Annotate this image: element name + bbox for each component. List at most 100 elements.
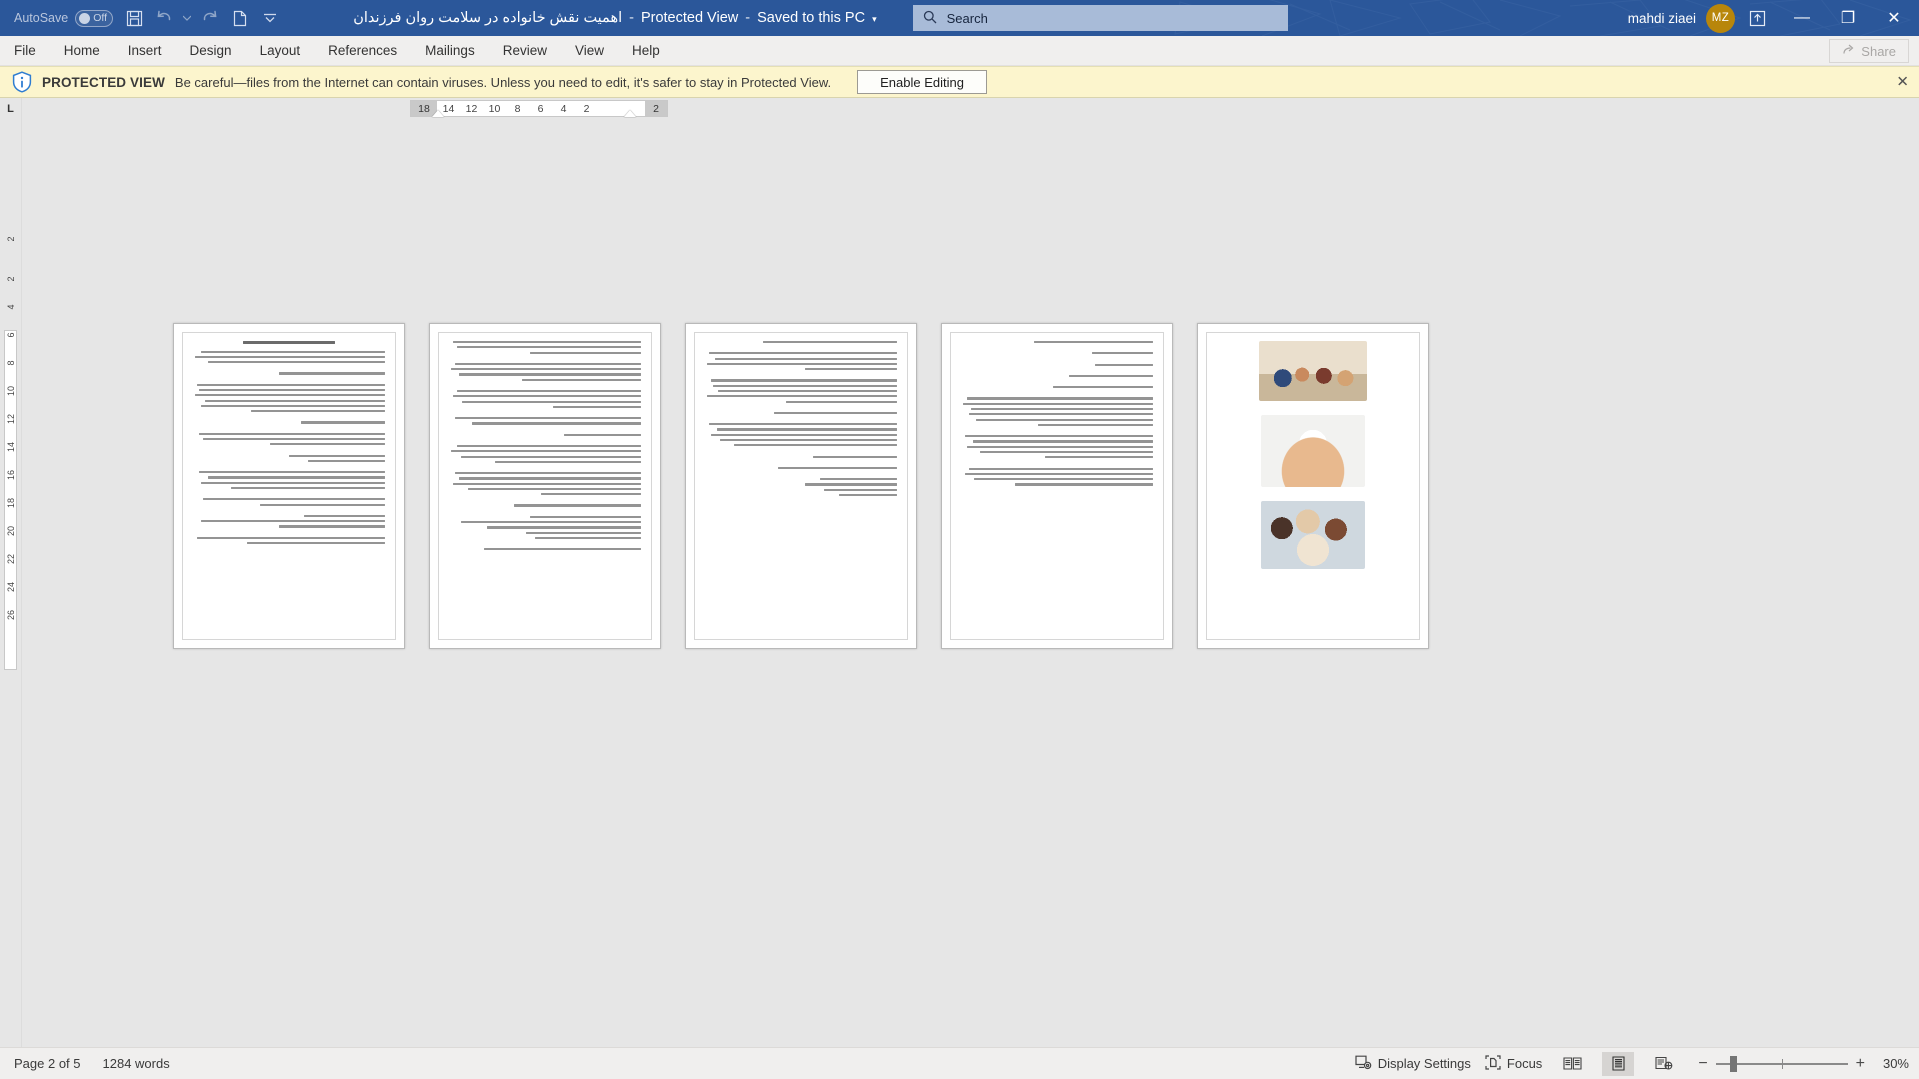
enable-editing-button[interactable]: Enable Editing bbox=[857, 70, 987, 94]
focus-icon bbox=[1485, 1054, 1501, 1073]
document-title-group[interactable]: اهمیت نقش خانواده در سلامت روان فرزندان … bbox=[353, 10, 876, 26]
right-indent-marker[interactable] bbox=[624, 110, 636, 117]
tab-insert[interactable]: Insert bbox=[114, 36, 176, 65]
page-1-content bbox=[182, 332, 396, 640]
ruler-tick-10: 10 bbox=[488, 102, 501, 115]
vertical-ruler[interactable]: 2 2 4 6 8 10 12 14 16 18 20 22 24 26 bbox=[0, 120, 22, 1047]
horizontal-ruler-row: L 18 14 12 10 8 6 4 2 2 bbox=[0, 98, 1919, 120]
vruler-tick-9: 18 bbox=[6, 498, 16, 509]
ruler-tick-12: 12 bbox=[465, 102, 478, 115]
tab-help[interactable]: Help bbox=[618, 36, 674, 65]
autosave-label: AutoSave bbox=[14, 11, 69, 25]
vruler-tick-5: 10 bbox=[6, 386, 16, 397]
page-thumbnail-1[interactable] bbox=[173, 323, 405, 649]
status-bar: Page 2 of 5 1284 words Display Settings … bbox=[0, 1047, 1919, 1079]
zoom-out-button[interactable]: − bbox=[1698, 1055, 1707, 1072]
focus-button[interactable]: Focus bbox=[1485, 1054, 1542, 1073]
vruler-tick-8: 16 bbox=[6, 470, 16, 481]
tab-stop-selector[interactable]: L bbox=[0, 98, 22, 120]
display-settings-icon bbox=[1355, 1055, 1372, 1073]
page-status[interactable]: Page 2 of 5 bbox=[14, 1056, 81, 1071]
protected-view-message: Be careful—files from the Internet can c… bbox=[174, 74, 832, 90]
vruler-tick-7: 14 bbox=[6, 442, 16, 453]
close-button[interactable]: ✕ bbox=[1871, 0, 1917, 36]
vruler-tick-11: 22 bbox=[6, 554, 16, 565]
minimize-button[interactable]: — bbox=[1779, 0, 1825, 36]
vruler-tick-3: 6 bbox=[6, 332, 16, 338]
tab-view[interactable]: View bbox=[561, 36, 618, 65]
pages-area[interactable] bbox=[22, 120, 1919, 1047]
vruler-tick-1: 2 bbox=[6, 276, 16, 282]
zoom-slider-midpoint bbox=[1781, 1058, 1783, 1069]
tab-design[interactable]: Design bbox=[176, 36, 246, 65]
tab-references[interactable]: References bbox=[314, 36, 411, 65]
search-box[interactable]: Search bbox=[912, 5, 1288, 31]
page-2-content bbox=[438, 332, 652, 640]
undo-icon[interactable] bbox=[149, 3, 179, 33]
family-photo-2 bbox=[1261, 415, 1365, 487]
quick-access-toolbar[interactable]: AutoSave Off bbox=[0, 3, 285, 33]
document-workspace: 2 2 4 6 8 10 12 14 16 18 20 22 24 26 bbox=[0, 120, 1919, 1047]
family-photo-3 bbox=[1261, 501, 1365, 569]
redo-icon[interactable] bbox=[195, 3, 225, 33]
save-icon[interactable] bbox=[119, 3, 149, 33]
ruler-ticks: 14 12 10 8 6 4 2 bbox=[437, 103, 598, 115]
document-name: اهمیت نقش خانواده در سلامت روان فرزندان bbox=[353, 10, 623, 26]
vruler-tick-6: 12 bbox=[6, 414, 16, 425]
tab-file[interactable]: File bbox=[0, 36, 50, 65]
page-thumbnail-5[interactable] bbox=[1197, 323, 1429, 649]
ribbon-display-options-icon[interactable] bbox=[1735, 0, 1779, 36]
tab-review[interactable]: Review bbox=[489, 36, 561, 65]
tab-mailings[interactable]: Mailings bbox=[411, 36, 489, 65]
page-4-content bbox=[950, 332, 1164, 640]
search-icon bbox=[923, 10, 937, 27]
new-document-icon[interactable] bbox=[225, 3, 255, 33]
page-thumbnail-2[interactable] bbox=[429, 323, 661, 649]
user-name[interactable]: mahdi ziaei bbox=[1628, 11, 1706, 26]
title-bar: AutoSave Off اهمیت نقش خانواده در سلامت … bbox=[0, 0, 1919, 36]
tab-layout[interactable]: Layout bbox=[246, 36, 315, 65]
undo-dropdown-icon[interactable] bbox=[179, 3, 195, 33]
ribbon-tab-bar: File Home Insert Design Layout Reference… bbox=[0, 36, 1919, 66]
status-bar-right: Display Settings Focus − + 30% bbox=[1355, 1051, 1909, 1076]
autosave-toggle-group[interactable]: AutoSave Off bbox=[8, 9, 119, 27]
zoom-level[interactable]: 30% bbox=[1873, 1056, 1909, 1071]
ruler-tick-8: 8 bbox=[514, 102, 521, 115]
save-state-label: Saved to this PC bbox=[757, 10, 866, 26]
page-3-content bbox=[694, 332, 908, 640]
autosave-knob bbox=[79, 12, 91, 24]
zoom-slider-group[interactable]: − + 30% bbox=[1698, 1055, 1909, 1072]
zoom-slider-track[interactable] bbox=[1715, 1055, 1848, 1072]
first-line-indent-marker[interactable] bbox=[432, 110, 444, 117]
search-placeholder-text: Search bbox=[946, 10, 988, 26]
share-button[interactable]: Share bbox=[1829, 39, 1909, 63]
zoom-slider-thumb[interactable] bbox=[1729, 1055, 1737, 1072]
title-sep-1: - bbox=[629, 10, 634, 26]
protected-view-heading: PROTECTED VIEW bbox=[42, 74, 165, 90]
avatar[interactable]: MZ bbox=[1706, 3, 1735, 33]
shield-info-icon bbox=[12, 71, 32, 93]
zoom-in-button[interactable]: + bbox=[1856, 1055, 1865, 1072]
autosave-switch[interactable]: Off bbox=[75, 9, 114, 27]
word-count[interactable]: 1284 words bbox=[103, 1056, 170, 1071]
page-thumbnail-3[interactable] bbox=[685, 323, 917, 649]
print-layout-button[interactable] bbox=[1602, 1051, 1635, 1076]
title-sep-2: - bbox=[745, 10, 751, 26]
page-5-content bbox=[1206, 332, 1420, 640]
restore-button[interactable]: ❐ bbox=[1825, 0, 1871, 36]
share-icon bbox=[1842, 43, 1855, 59]
display-settings-button[interactable]: Display Settings bbox=[1355, 1055, 1471, 1073]
chevron-down-icon[interactable]: ▾ bbox=[872, 14, 877, 25]
tab-home[interactable]: Home bbox=[50, 36, 114, 65]
web-layout-button[interactable] bbox=[1648, 1052, 1680, 1076]
share-label: Share bbox=[1861, 43, 1896, 59]
read-mode-button[interactable] bbox=[1556, 1052, 1588, 1076]
vruler-tick-2: 4 bbox=[6, 304, 16, 310]
page-thumbnail-4[interactable] bbox=[941, 323, 1173, 649]
ruler-tick-2b: 2 bbox=[645, 101, 667, 116]
vruler-tick-13: 26 bbox=[6, 610, 16, 621]
ruler-tick-4: 4 bbox=[560, 102, 567, 115]
close-icon[interactable]: ✕ bbox=[1896, 75, 1909, 90]
customize-qat-icon[interactable] bbox=[255, 3, 285, 33]
protected-view-state: Protected View bbox=[640, 10, 739, 26]
